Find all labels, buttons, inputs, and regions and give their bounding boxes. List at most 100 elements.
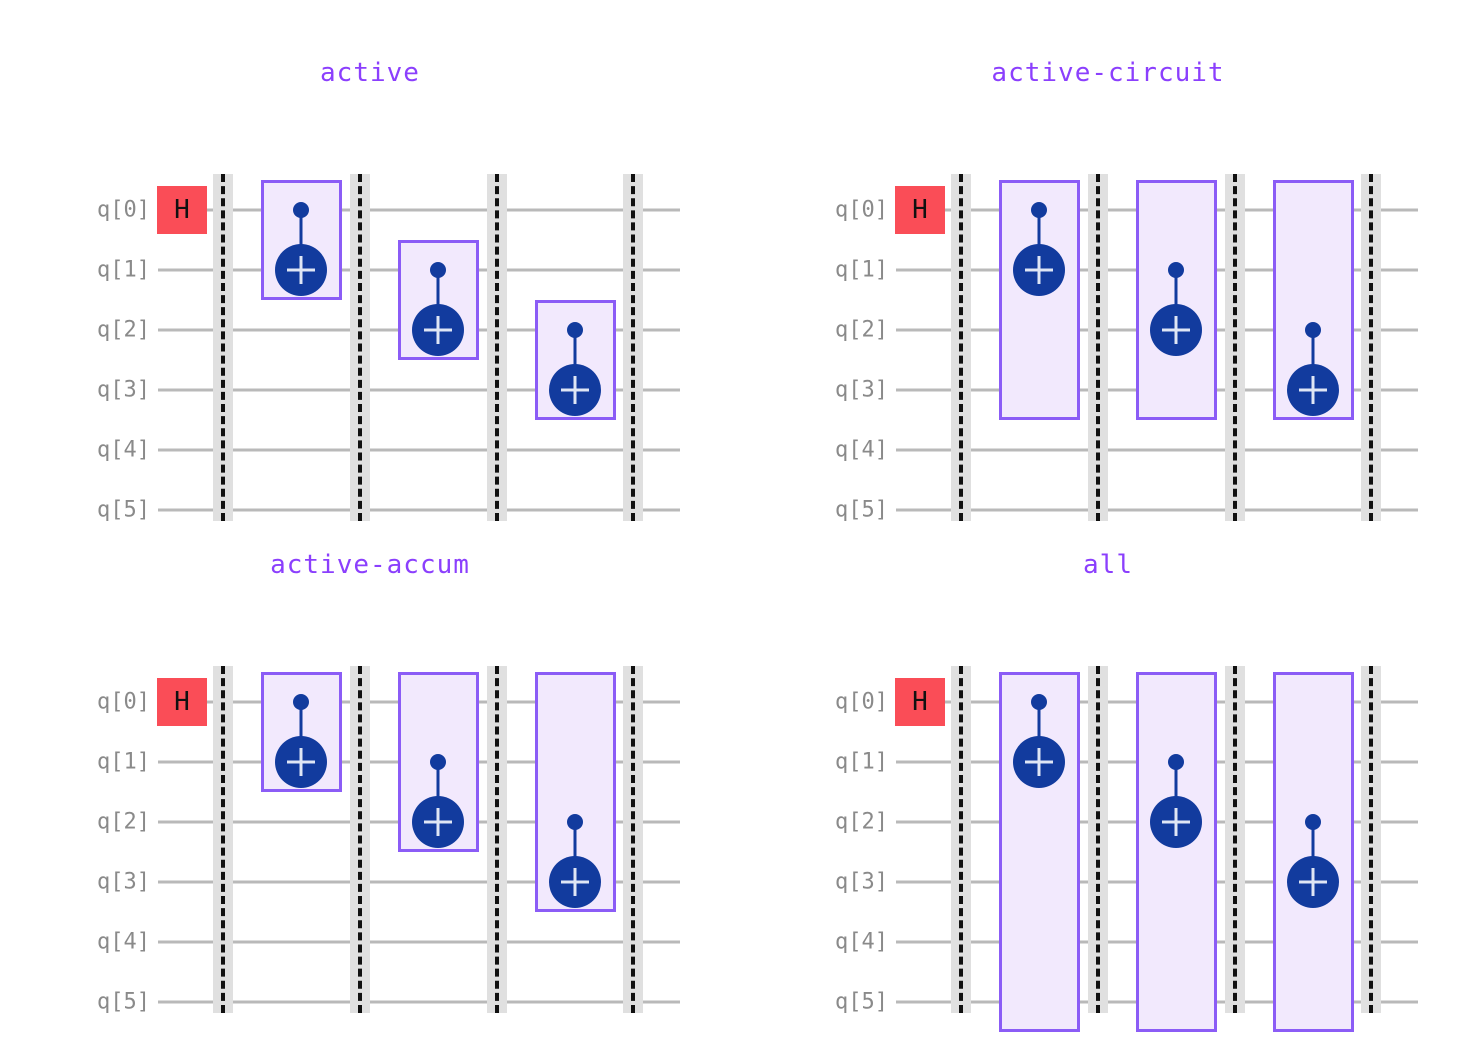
barrier-2 <box>1225 666 1245 1013</box>
panel-active-accum: active-accum q[0] q[1] q[2] q[3] q[4] q[5] H <box>60 550 680 1015</box>
barrier-3 <box>623 666 643 1013</box>
cx-control-dot-2[interactable] <box>567 814 583 830</box>
qubit-label-0: q[0] <box>97 689 150 715</box>
cx-target-2[interactable] <box>549 364 601 416</box>
qubit-wire-5 <box>896 508 1418 512</box>
qubit-label-column: q[0] q[1] q[2] q[3] q[4] q[5] <box>798 106 888 523</box>
panel-title-active: active <box>320 58 420 88</box>
cx-control-dot-0[interactable] <box>1031 694 1047 710</box>
barrier-dash-line <box>358 666 362 1013</box>
cx-target-1[interactable] <box>412 796 464 848</box>
qubit-label-1: q[1] <box>97 257 150 283</box>
qubit-wire-5 <box>158 508 680 512</box>
cx-target-2[interactable] <box>1287 364 1339 416</box>
cx-target-0[interactable] <box>1013 736 1065 788</box>
barrier-dash-line <box>1369 174 1373 521</box>
panel-all: all q[0] q[1] q[2] q[3] q[4] q[5] H <box>798 550 1418 1032</box>
circuit-active-circuit: q[0] q[1] q[2] q[3] q[4] q[5] H <box>798 106 1418 523</box>
cx-control-dot-1[interactable] <box>1168 754 1184 770</box>
qubit-label-column: q[0] q[1] q[2] q[3] q[4] q[5] <box>60 106 150 523</box>
barrier-dash-line <box>631 174 635 521</box>
barrier-1 <box>1088 174 1108 521</box>
cx-control-dot-1[interactable] <box>430 262 446 278</box>
qubit-label-0: q[0] <box>97 197 150 223</box>
qubit-label-0: q[0] <box>835 197 888 223</box>
qubit-label-5: q[5] <box>835 989 888 1015</box>
cx-control-dot-2[interactable] <box>1305 322 1321 338</box>
circuit-all: q[0] q[1] q[2] q[3] q[4] q[5] H <box>798 598 1418 1032</box>
qubit-label-3: q[3] <box>97 377 150 403</box>
qubit-wire-0 <box>158 208 680 212</box>
highlight-box-1 <box>1135 672 1217 1032</box>
barrier-1 <box>350 666 370 1013</box>
h-gate[interactable]: H <box>895 678 945 726</box>
cx-control-dot-1[interactable] <box>1168 262 1184 278</box>
qubit-label-column: q[0] q[1] q[2] q[3] q[4] q[5] <box>60 598 150 1015</box>
cx-target-2[interactable] <box>549 856 601 908</box>
qubit-wire-5 <box>158 1000 680 1004</box>
barrier-1 <box>350 174 370 521</box>
qubit-label-5: q[5] <box>97 497 150 523</box>
cx-target-0[interactable] <box>1013 244 1065 296</box>
qubit-label-1: q[1] <box>97 749 150 775</box>
cx-control-dot-2[interactable] <box>567 322 583 338</box>
barrier-3 <box>1361 666 1381 1013</box>
h-gate[interactable]: H <box>895 186 945 234</box>
h-gate[interactable]: H <box>157 678 207 726</box>
qubit-label-4: q[4] <box>835 929 888 955</box>
qubit-label-5: q[5] <box>97 989 150 1015</box>
barrier-0 <box>213 174 233 521</box>
barrier-3 <box>1361 174 1381 521</box>
cx-control-dot-0[interactable] <box>293 202 309 218</box>
cx-target-1[interactable] <box>1150 304 1202 356</box>
circuit-active: q[0] q[1] q[2] q[3] q[4] q[5] H <box>60 106 680 523</box>
qubit-label-2: q[2] <box>97 809 150 835</box>
qubit-wire-4 <box>158 940 680 944</box>
barrier-2 <box>1225 174 1245 521</box>
qubit-label-4: q[4] <box>97 929 150 955</box>
qubit-label-5: q[5] <box>835 497 888 523</box>
barrier-0 <box>213 666 233 1013</box>
cx-target-0[interactable] <box>275 736 327 788</box>
barrier-dash-line <box>221 666 225 1013</box>
barrier-dash-line <box>495 666 499 1013</box>
qubit-wire-4 <box>896 448 1418 452</box>
panel-title-all: all <box>1083 550 1133 580</box>
qubit-wire-4 <box>158 448 680 452</box>
qubit-label-3: q[3] <box>835 869 888 895</box>
qubit-label-2: q[2] <box>835 317 888 343</box>
barrier-dash-line <box>959 174 963 521</box>
qubit-label-1: q[1] <box>835 749 888 775</box>
panel-title-active-circuit: active-circuit <box>991 58 1225 88</box>
barrier-dash-line <box>959 666 963 1013</box>
barrier-dash-line <box>631 666 635 1013</box>
barrier-1 <box>1088 666 1108 1013</box>
cx-target-1[interactable] <box>1150 796 1202 848</box>
barrier-dash-line <box>221 174 225 521</box>
qubit-label-0: q[0] <box>835 689 888 715</box>
cx-control-dot-0[interactable] <box>293 694 309 710</box>
cx-target-1[interactable] <box>412 304 464 356</box>
barrier-dash-line <box>1233 666 1237 1013</box>
cx-target-2[interactable] <box>1287 856 1339 908</box>
qubit-label-3: q[3] <box>835 377 888 403</box>
qubit-label-column: q[0] q[1] q[2] q[3] q[4] q[5] <box>798 598 888 1015</box>
panel-active-circuit: active-circuit q[0] q[1] q[2] q[3] q[4] q[5] H <box>798 58 1418 523</box>
cx-target-0[interactable] <box>275 244 327 296</box>
barrier-dash-line <box>495 174 499 521</box>
panel-title-active-accum: active-accum <box>270 550 470 580</box>
barrier-0 <box>951 666 971 1013</box>
cx-control-dot-1[interactable] <box>430 754 446 770</box>
qubit-label-1: q[1] <box>835 257 888 283</box>
qubit-label-2: q[2] <box>97 317 150 343</box>
barrier-dash-line <box>1096 174 1100 521</box>
qubit-label-4: q[4] <box>835 437 888 463</box>
cx-control-dot-0[interactable] <box>1031 202 1047 218</box>
barrier-dash-line <box>1233 174 1237 521</box>
barrier-dash-line <box>1369 666 1373 1013</box>
qubit-label-2: q[2] <box>835 809 888 835</box>
circuit-active-accum: q[0] q[1] q[2] q[3] q[4] q[5] H <box>60 598 680 1015</box>
h-gate[interactable]: H <box>157 186 207 234</box>
barrier-0 <box>951 174 971 521</box>
cx-control-dot-2[interactable] <box>1305 814 1321 830</box>
